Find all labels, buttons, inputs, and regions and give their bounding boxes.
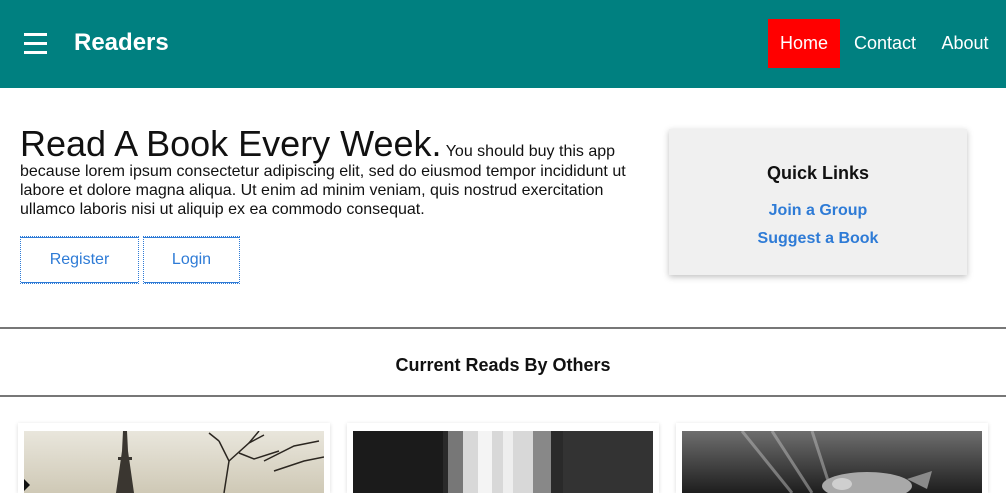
- eiffel-tower-photo: [24, 431, 324, 493]
- top-navbar: Readers Home Contact About: [0, 0, 1006, 88]
- nav-contact-link[interactable]: Contact: [846, 19, 924, 68]
- section-divider-bottom: [0, 395, 1006, 397]
- quick-links-panel: Quick Links Join a Group Suggest a Book: [669, 129, 967, 275]
- quick-links-title: Quick Links: [766, 163, 870, 183]
- hamburger-menu-icon[interactable]: [24, 31, 47, 55]
- nav-home-link[interactable]: Home: [768, 19, 840, 68]
- section-divider-top: [0, 327, 1006, 329]
- waterfall-photo: [353, 431, 653, 493]
- join-group-link[interactable]: Join a Group: [669, 202, 967, 220]
- suggest-book-link[interactable]: Suggest a Book: [669, 230, 967, 248]
- current-read-card[interactable]: [347, 423, 659, 493]
- login-button[interactable]: Login: [143, 236, 240, 284]
- current-read-card[interactable]: [676, 423, 988, 493]
- register-button[interactable]: Register: [20, 236, 139, 284]
- hero-text: Read A Book Every Week. You should buy t…: [20, 126, 632, 219]
- current-reads-title: Current Reads By Others: [395, 355, 611, 375]
- brand-title: Readers: [74, 29, 169, 56]
- nav-about-link[interactable]: About: [937, 19, 993, 68]
- underwater-photo: [682, 431, 982, 493]
- current-read-card[interactable]: [18, 423, 330, 493]
- hero-heading: Read A Book Every Week.: [20, 123, 442, 164]
